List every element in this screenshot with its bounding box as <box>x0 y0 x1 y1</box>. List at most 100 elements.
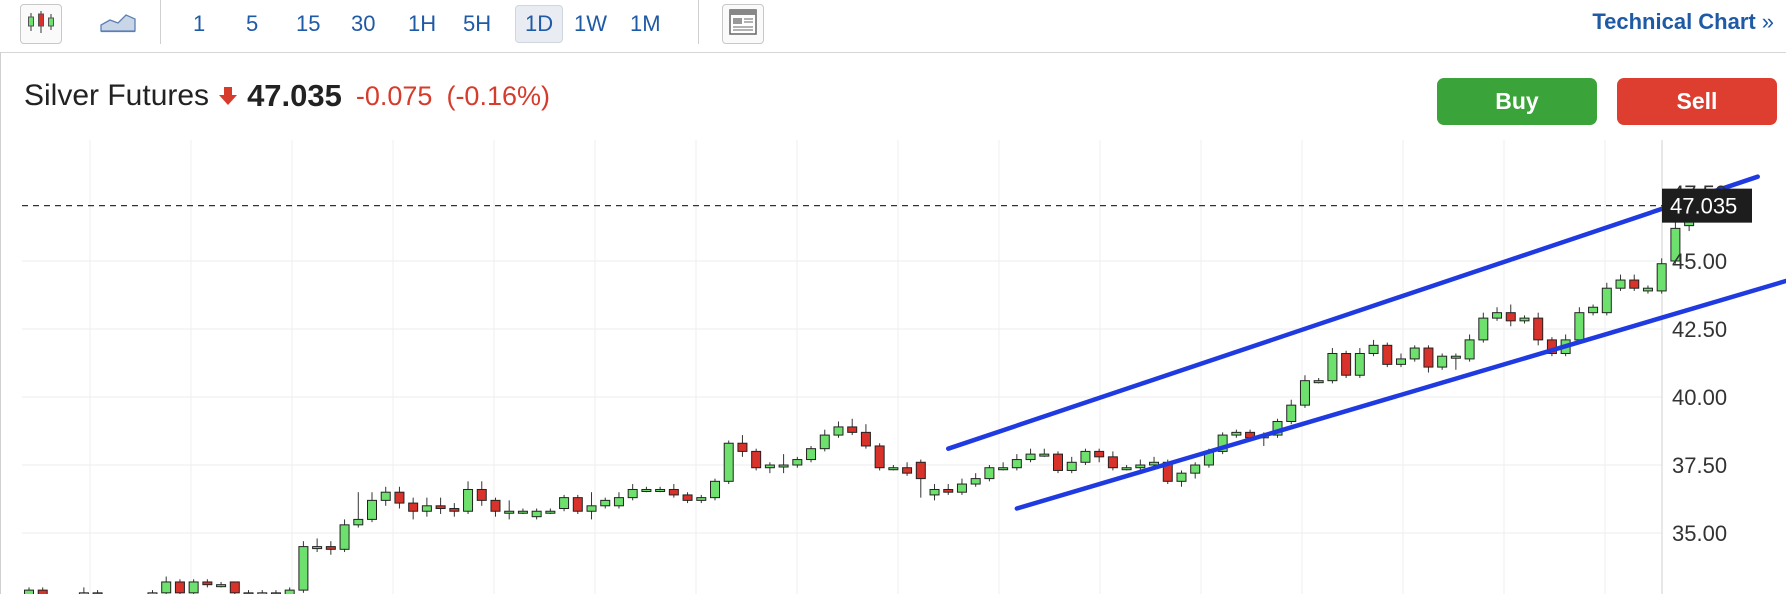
candle <box>325 541 336 555</box>
vertical-gridlines <box>89 140 1606 594</box>
candle <box>1107 451 1118 471</box>
timeframe-5min[interactable]: 5 <box>237 5 267 43</box>
price-axis-label: 45.00 <box>1672 249 1727 274</box>
candle <box>1423 345 1434 373</box>
candle <box>408 497 419 520</box>
candle <box>1588 304 1599 316</box>
candle-body <box>408 502 419 512</box>
candlestick-chart-type-button[interactable] <box>20 4 62 44</box>
candle <box>161 576 172 594</box>
candle-body <box>1615 279 1626 289</box>
candle <box>24 587 34 594</box>
candle <box>1382 342 1393 368</box>
candle <box>298 541 309 593</box>
technical-chart-link[interactable]: Technical Chart » <box>1592 9 1774 35</box>
candle-body <box>1396 358 1406 365</box>
candle-body <box>1039 453 1050 457</box>
down-arrow-icon <box>219 86 238 106</box>
chart-toolbar: 1 5 15 30 1H 5H 1D 1W 1M Technical Chart… <box>0 0 1786 53</box>
candle <box>243 590 254 594</box>
timeframe-1w[interactable]: 1W <box>565 5 616 43</box>
candle <box>600 497 611 509</box>
candle <box>1190 462 1201 479</box>
candle <box>682 492 693 504</box>
candle-body <box>421 505 432 512</box>
layout-settings-button[interactable] <box>722 4 764 44</box>
candle-body <box>394 491 405 504</box>
quote-header: Silver Futures 47.035 -0.075 (-0.16%) <box>24 76 550 116</box>
toolbar-divider <box>698 0 699 44</box>
candle-body <box>792 459 803 466</box>
candle-body <box>545 510 556 514</box>
timeframe-1min[interactable]: 1 <box>184 5 214 43</box>
candle-body <box>1286 404 1297 422</box>
candle-body <box>819 434 830 450</box>
candle <box>504 500 515 520</box>
candle <box>696 494 707 504</box>
candle <box>1066 456 1077 474</box>
sell-button[interactable]: Sell <box>1617 78 1777 125</box>
candle <box>778 454 789 474</box>
candle <box>517 508 528 514</box>
candle <box>1176 470 1187 487</box>
timeframe-1m[interactable]: 1M <box>621 5 670 43</box>
candle-body <box>902 467 913 474</box>
candle-body <box>764 464 775 469</box>
candle-body <box>517 510 528 514</box>
candle <box>764 462 775 474</box>
candle-body <box>970 478 981 485</box>
candle-body <box>353 518 364 526</box>
price-axis-label: 42.50 <box>1672 317 1727 342</box>
candle-body <box>202 581 213 586</box>
price-change: -0.075 <box>355 80 433 111</box>
candle-body <box>559 497 570 510</box>
candle <box>1231 429 1242 438</box>
candle <box>1437 353 1448 370</box>
candle <box>1341 350 1352 378</box>
candle <box>1396 353 1406 368</box>
candle-body <box>325 546 336 550</box>
candle <box>806 445 817 463</box>
candle <box>394 486 405 509</box>
candle-body <box>1313 380 1324 384</box>
candle <box>929 484 940 501</box>
candle <box>1505 304 1516 327</box>
candle <box>847 418 858 436</box>
candle-body <box>1368 344 1379 354</box>
timeframe-1d[interactable]: 1D <box>515 5 564 43</box>
area-chart-type-button[interactable] <box>97 4 139 44</box>
candle-body <box>778 464 789 468</box>
candle <box>1080 448 1091 465</box>
candle-body <box>1080 450 1091 463</box>
candle-body <box>998 467 1009 471</box>
candle-body <box>1601 287 1612 314</box>
candle <box>37 587 48 594</box>
candle <box>188 579 199 594</box>
last-price: 47.035 <box>247 78 342 113</box>
timeframe-5h[interactable]: 5H <box>454 5 500 43</box>
candle-body <box>1011 459 1022 469</box>
candle-body <box>1656 263 1667 292</box>
candle-body <box>1354 352 1365 376</box>
candlestick-icon <box>26 9 56 40</box>
candle <box>1450 353 1461 370</box>
candle-body <box>847 426 858 433</box>
candle-body <box>1094 450 1105 458</box>
candle-body <box>1176 472 1187 482</box>
candle <box>572 494 583 514</box>
timeframe-30min[interactable]: 30 <box>342 5 384 43</box>
candle <box>668 484 679 498</box>
candle-body <box>1588 306 1599 314</box>
candle <box>78 587 89 594</box>
toolbar-divider <box>160 0 161 44</box>
timeframe-15min[interactable]: 15 <box>287 5 329 43</box>
timeframe-1h[interactable]: 1H <box>399 5 445 43</box>
candle <box>1039 448 1050 457</box>
candle <box>1286 399 1297 425</box>
buy-button[interactable]: Buy <box>1437 78 1597 125</box>
candle-body <box>188 581 199 594</box>
price-chart[interactable]: 35.0037.5040.0042.5045.0047.5047.035 <box>0 140 1786 594</box>
candle-body <box>1464 339 1475 360</box>
technical-chart-label: Technical Chart <box>1592 9 1756 34</box>
candle <box>1629 274 1640 291</box>
